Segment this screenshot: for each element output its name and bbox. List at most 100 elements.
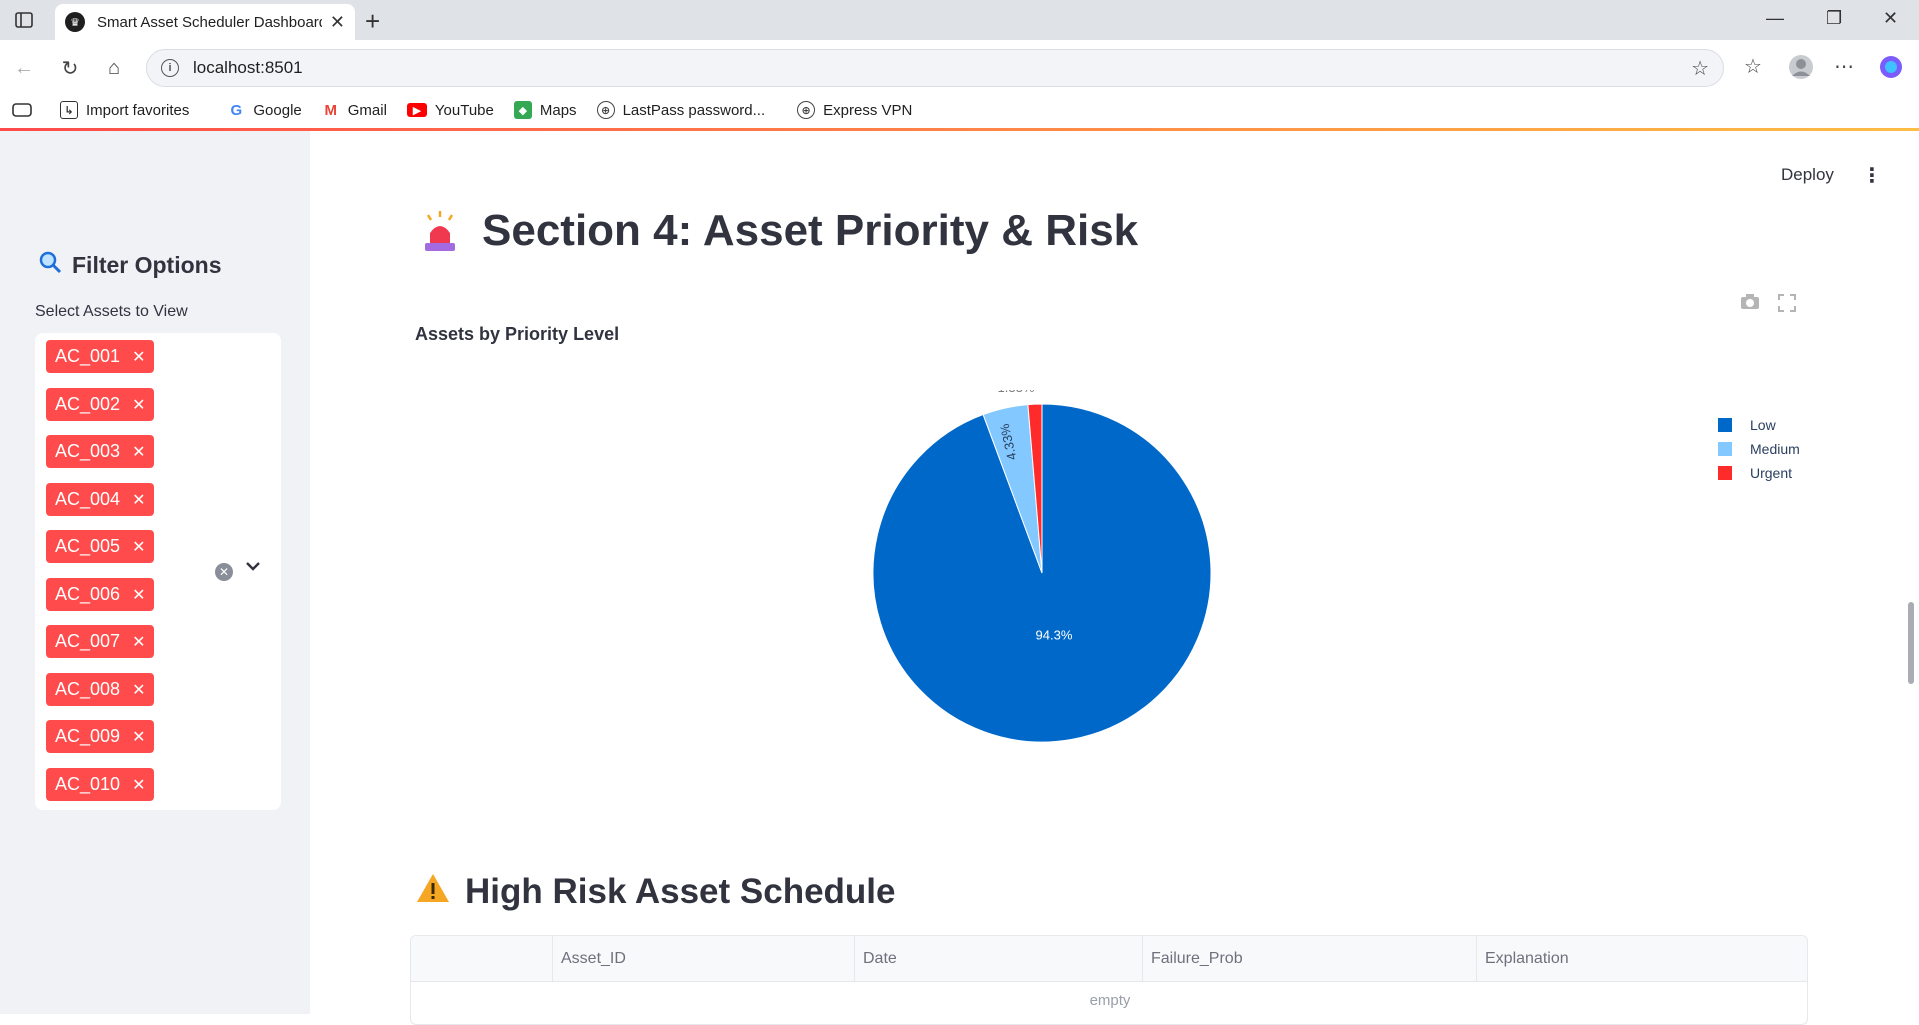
chip-label: AC_007 (55, 631, 121, 651)
close-tab-icon[interactable]: ✕ (330, 12, 345, 33)
risk-section-title: High Risk Asset Schedule (415, 872, 896, 912)
bookmark-gmail[interactable]: M Gmail (321, 101, 387, 119)
asset-chip[interactable]: AC_002 ✕ (46, 388, 155, 421)
chevron-down-icon[interactable] (245, 559, 261, 577)
remove-chip-icon[interactable]: ✕ (132, 347, 145, 367)
copilot-icon[interactable] (1878, 54, 1904, 86)
address-bar[interactable]: i localhost:8501 ☆ (146, 49, 1724, 87)
remove-chip-icon[interactable]: ✕ (132, 537, 145, 557)
priority-pie-chart: 94.3%4.33%1.33% (872, 390, 1212, 743)
legend-label: Low (1750, 417, 1776, 433)
select-assets-label: Select Assets to View (35, 303, 188, 320)
sidebar-title: Filter Options (38, 250, 222, 280)
main-menu-icon[interactable]: ⋮ (1862, 163, 1882, 188)
legend-swatch (1718, 442, 1732, 456)
legend-swatch (1718, 418, 1732, 432)
risk-title-text: High Risk Asset Schedule (465, 872, 896, 911)
high-risk-table[interactable]: Asset_ID Date Failure_Prob Explanation e… (410, 935, 1808, 1025)
bookmark-maps[interactable]: ◆ Maps (513, 101, 577, 119)
asset-chip[interactable]: AC_009 ✕ (46, 720, 155, 753)
warning-icon (415, 872, 451, 912)
bookmark-import-favorites[interactable]: ↳ Import favorites (60, 101, 189, 119)
asset-chip[interactable]: AC_006 ✕ (46, 578, 155, 611)
table-empty-state: empty (1089, 992, 1131, 1009)
magnifier-icon (38, 250, 62, 280)
bookmark-lastpass[interactable]: ⊕ LastPass password... (596, 101, 766, 119)
restore-icon[interactable]: ❐ (1826, 8, 1842, 29)
refresh-icon[interactable]: ↻ (56, 54, 84, 82)
asset-chip[interactable]: AC_003 ✕ (46, 435, 155, 468)
remove-chip-icon[interactable]: ✕ (132, 585, 145, 605)
legend-label: Urgent (1750, 465, 1793, 481)
remove-chip-icon[interactable]: ✕ (132, 680, 145, 700)
site-info-icon[interactable]: i (161, 59, 179, 77)
remove-chip-icon[interactable]: ✕ (132, 490, 145, 510)
legend-swatch (1718, 466, 1732, 480)
remove-chip-icon[interactable]: ✕ (132, 395, 145, 415)
new-tab-icon[interactable]: + (365, 6, 380, 37)
minimize-icon[interactable]: — (1766, 8, 1784, 29)
more-options-icon[interactable]: ⋯ (1834, 54, 1854, 79)
globe-icon: ⊕ (797, 101, 816, 119)
column-header-asset-id[interactable]: Asset_ID (552, 936, 854, 982)
fullscreen-icon[interactable] (1778, 294, 1796, 317)
bookmarks-bar: ↳ Import favorites G Google M Gmail ▶ Yo… (0, 92, 1919, 128)
chip-label: AC_001 (55, 346, 121, 366)
asset-multiselect[interactable]: AC_001 ✕ AC_002 ✕ AC_003 ✕ AC_004 ✕ AC_005 ✕ … (35, 333, 281, 810)
favorite-star-icon[interactable]: ☆ (1691, 56, 1709, 81)
scrollbar-thumb[interactable] (1908, 602, 1914, 684)
chip-label: AC_010 (55, 774, 121, 794)
bookmark-express-vpn[interactable]: ⊕ Express VPN (797, 101, 912, 119)
home-icon[interactable]: ⌂ (100, 54, 128, 82)
remove-chip-icon[interactable]: ✕ (132, 727, 145, 747)
chip-label: AC_002 (55, 394, 121, 414)
tab-actions-icon[interactable] (12, 9, 36, 31)
legend-item-urgent[interactable]: Urgent (1718, 461, 1800, 485)
chip-label: AC_009 (55, 726, 121, 746)
column-header-index[interactable] (411, 936, 552, 982)
asset-chip[interactable]: AC_007 ✕ (46, 625, 155, 658)
siren-icon (420, 209, 460, 253)
profile-avatar[interactable] (1788, 54, 1814, 86)
bookmark-label: Google (253, 101, 302, 119)
browser-tab[interactable]: ♛ Smart Asset Scheduler Dashboard ✕ (55, 4, 355, 40)
chart-title: Assets by Priority Level (415, 324, 620, 344)
asset-chip[interactable]: AC_010 ✕ (46, 768, 155, 801)
remove-chip-icon[interactable]: ✕ (132, 632, 145, 652)
asset-chip[interactable]: AC_005 ✕ (46, 530, 155, 563)
bookmark-google[interactable]: G Google (227, 101, 302, 119)
reading-list-icon[interactable] (12, 103, 32, 117)
favorites-icon[interactable]: ☆ (1744, 54, 1762, 79)
asset-chip[interactable]: AC_008 ✕ (46, 673, 155, 706)
legend-item-low[interactable]: Low (1718, 413, 1800, 437)
chip-label: AC_008 (55, 679, 121, 699)
maps-icon: ◆ (513, 101, 532, 119)
table-header: Asset_ID Date Failure_Prob Explanation (411, 936, 1807, 982)
pie-label-urgent: 1.33% (998, 390, 1035, 395)
column-header-explanation[interactable]: Explanation (1476, 936, 1807, 982)
bookmark-label: LastPass password... (622, 101, 766, 119)
globe-icon: ⊕ (596, 101, 615, 119)
import-icon: ↳ (60, 101, 78, 119)
deploy-button[interactable]: Deploy (1781, 165, 1834, 185)
bookmark-youtube[interactable]: ▶ YouTube (406, 101, 494, 119)
clear-all-icon[interactable]: ✕ (215, 563, 233, 581)
camera-icon[interactable] (1740, 294, 1760, 315)
bookmark-label: Express VPN (823, 101, 913, 119)
remove-chip-icon[interactable]: ✕ (132, 442, 145, 462)
remove-chip-icon[interactable]: ✕ (132, 775, 145, 795)
legend-item-medium[interactable]: Medium (1718, 437, 1800, 461)
chart-legend: Low Medium Urgent (1718, 413, 1800, 485)
bookmark-label: YouTube (434, 101, 494, 119)
column-header-date[interactable]: Date (854, 936, 1142, 982)
asset-chip[interactable]: AC_001 ✕ (46, 340, 155, 373)
browser-tab-bar: ♛ Smart Asset Scheduler Dashboard ✕ + — … (0, 0, 1919, 40)
close-window-icon[interactable]: ✕ (1883, 8, 1898, 29)
bookmark-label: Gmail (347, 101, 387, 119)
back-icon[interactable]: ← (10, 54, 38, 82)
youtube-icon: ▶ (406, 103, 427, 117)
asset-chip[interactable]: AC_004 ✕ (46, 483, 155, 516)
chip-label: AC_004 (55, 489, 121, 509)
column-header-failure-prob[interactable]: Failure_Prob (1142, 936, 1476, 982)
tab-title: Smart Asset Scheduler Dashboard (97, 13, 322, 31)
